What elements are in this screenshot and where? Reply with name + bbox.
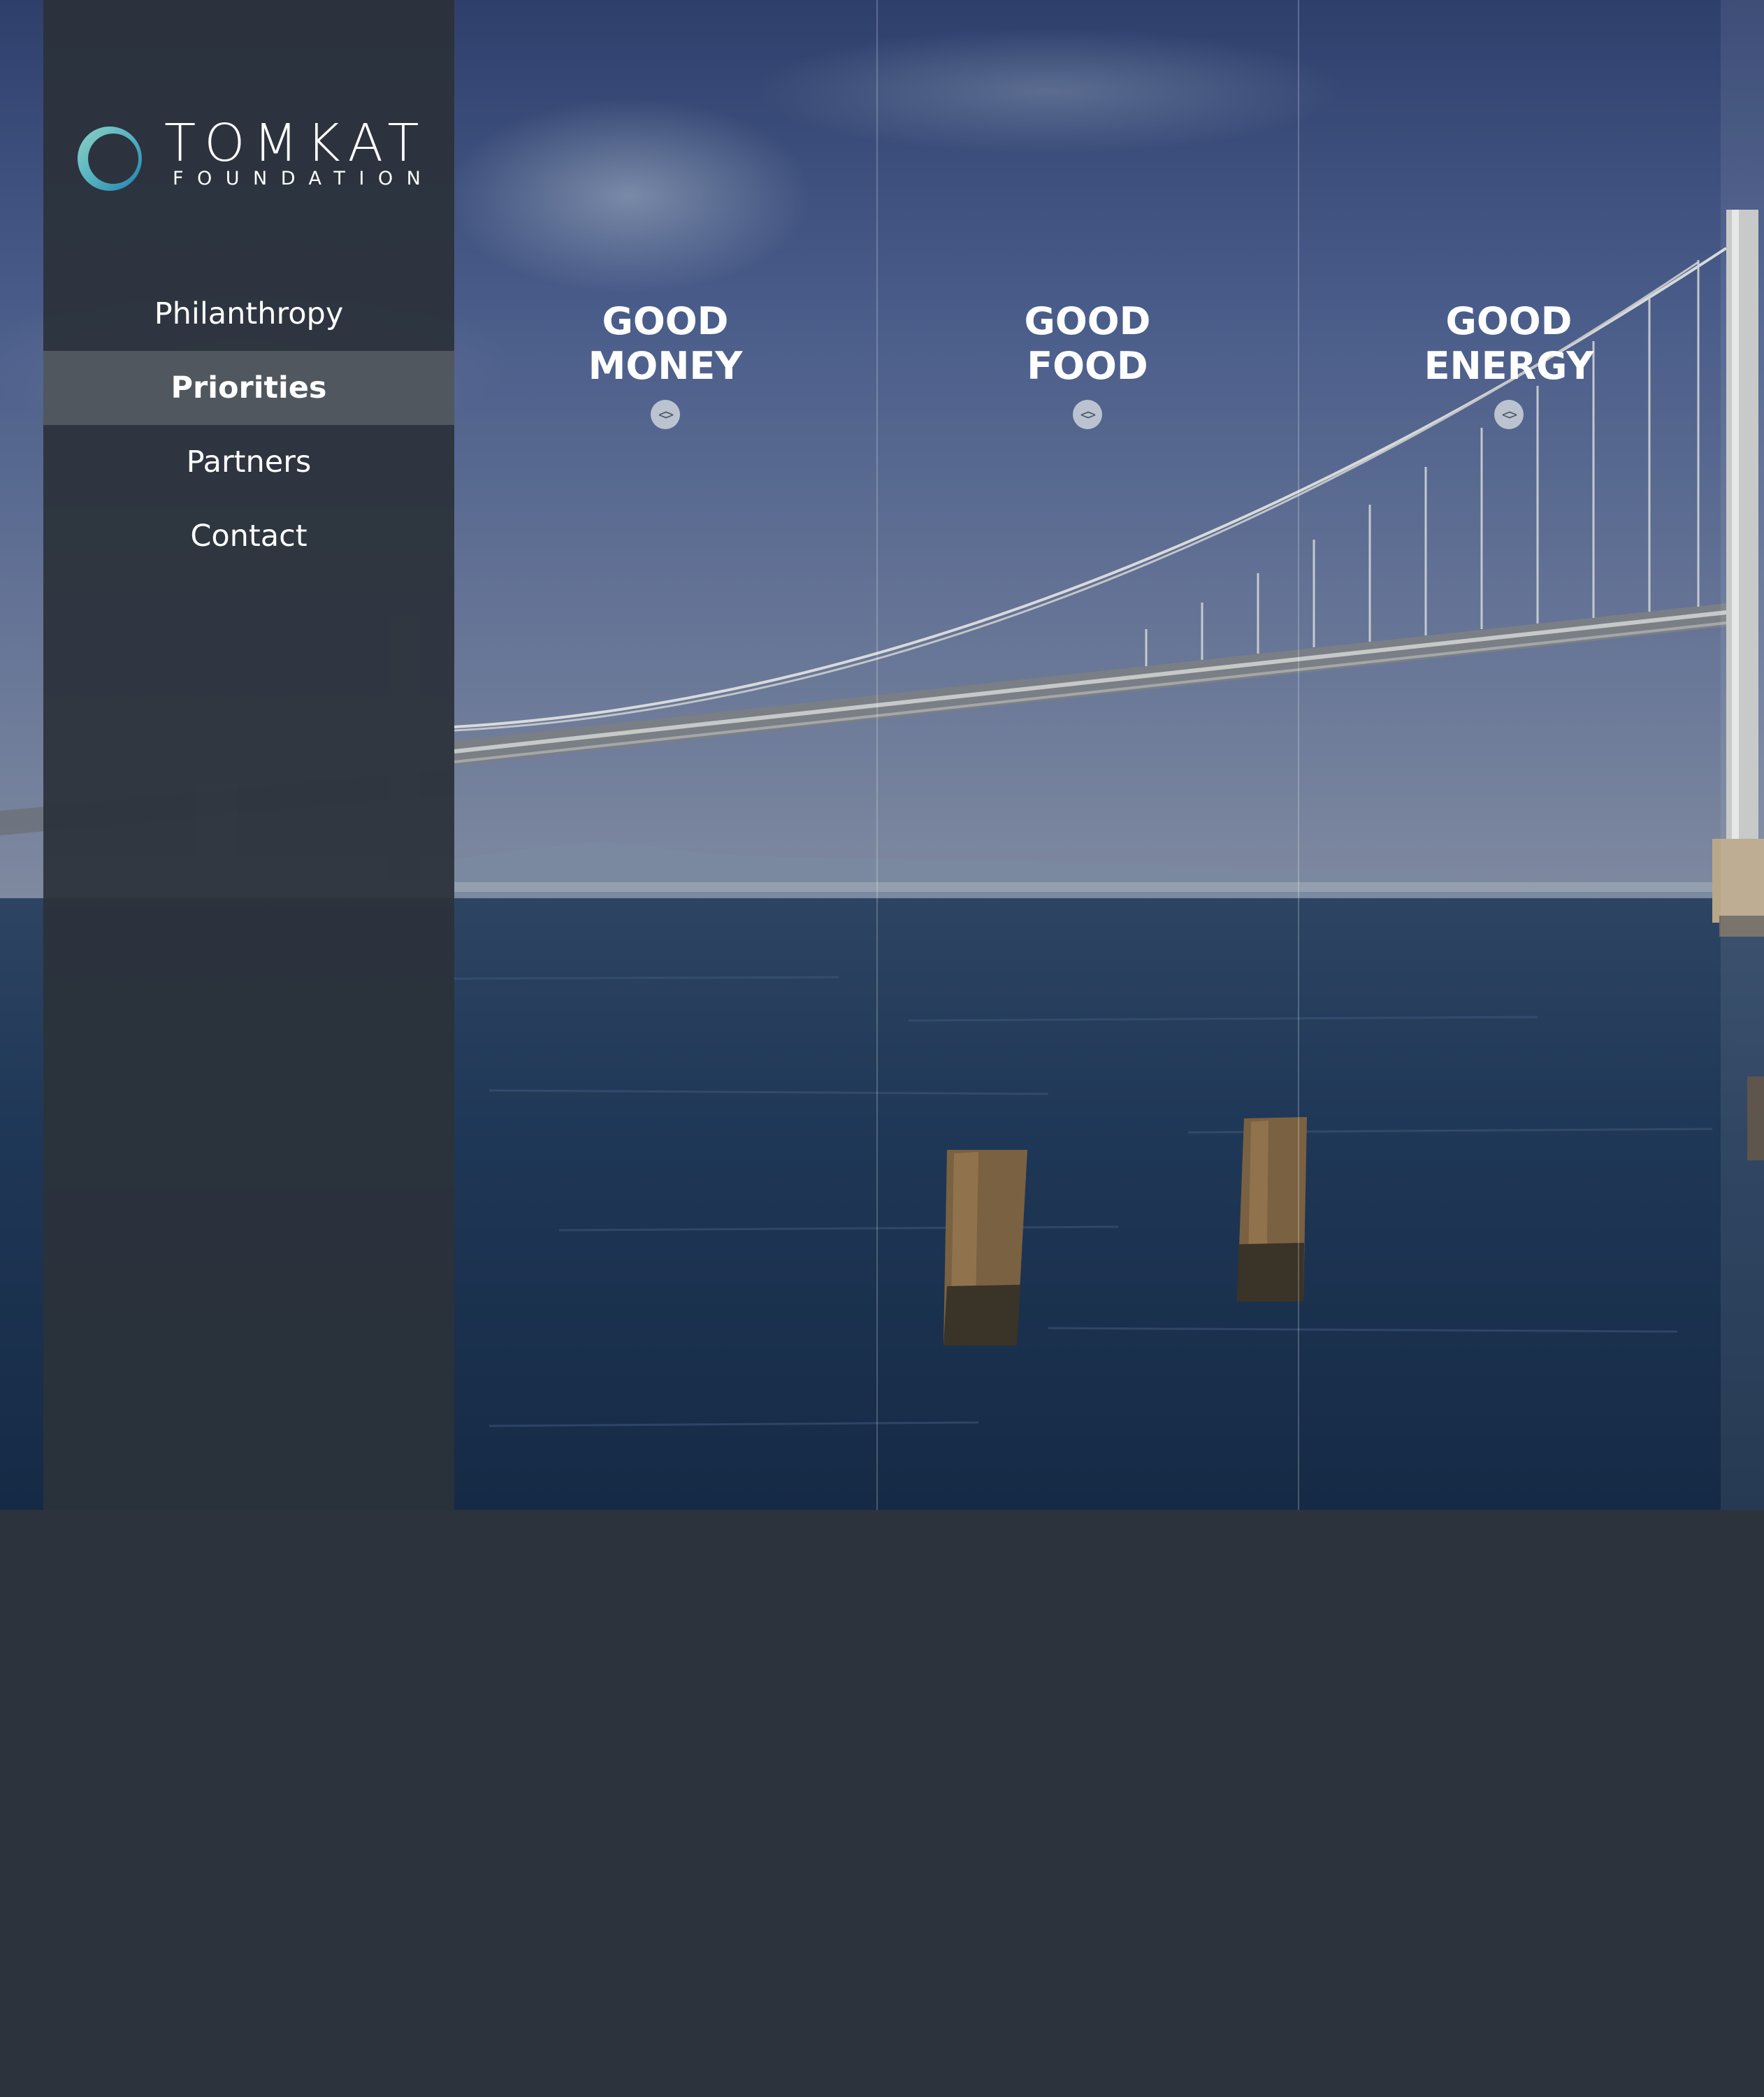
hero-section: TOMKAT FOUNDATION Philanthropy Prioritie… — [0, 0, 1764, 1510]
tomkat-foundation-logo[interactable]: TOMKAT FOUNDATION — [75, 113, 438, 194]
priority-title-line: ENERGY — [1424, 344, 1594, 388]
nav-item-partners[interactable]: Partners — [43, 425, 454, 499]
priority-title-line: GOOD — [1024, 299, 1151, 343]
priority-good-energy[interactable]: GOOD ENERGY <> — [1298, 299, 1720, 429]
expand-toggle-icon[interactable]: <> — [651, 400, 680, 429]
expand-toggle-icon[interactable]: <> — [1494, 400, 1524, 429]
brand-name: TOMKAT — [164, 113, 428, 173]
ring-logo-icon — [77, 127, 142, 191]
priority-title: GOOD FOOD — [876, 299, 1299, 389]
expand-toggle-icon[interactable]: <> — [1073, 400, 1102, 429]
priority-title-line: GOOD — [602, 299, 729, 343]
side-navigation-panel: TOMKAT FOUNDATION Philanthropy Prioritie… — [43, 0, 454, 1510]
brand-subtitle: FOUNDATION — [173, 168, 435, 189]
column-divider — [876, 0, 878, 1510]
priority-title-line: MONEY — [588, 344, 743, 388]
nav-item-philanthropy[interactable]: Philanthropy — [43, 277, 454, 351]
right-edge-overlay — [1721, 0, 1764, 1510]
priority-title-line: FOOD — [1027, 344, 1148, 388]
page-background-footer — [0, 1510, 1764, 2097]
priority-title-line: GOOD — [1445, 299, 1573, 343]
column-divider — [1298, 0, 1299, 1510]
priority-title: GOOD ENERGY — [1298, 299, 1720, 389]
priority-title: GOOD MONEY — [454, 299, 876, 389]
nav-item-contact[interactable]: Contact — [43, 499, 454, 573]
priority-good-money[interactable]: GOOD MONEY <> — [454, 299, 876, 429]
nav-item-priorities[interactable]: Priorities — [43, 351, 454, 425]
priority-good-food[interactable]: GOOD FOOD <> — [876, 299, 1299, 429]
main-menu: Philanthropy Priorities Partners Contact — [43, 277, 454, 573]
